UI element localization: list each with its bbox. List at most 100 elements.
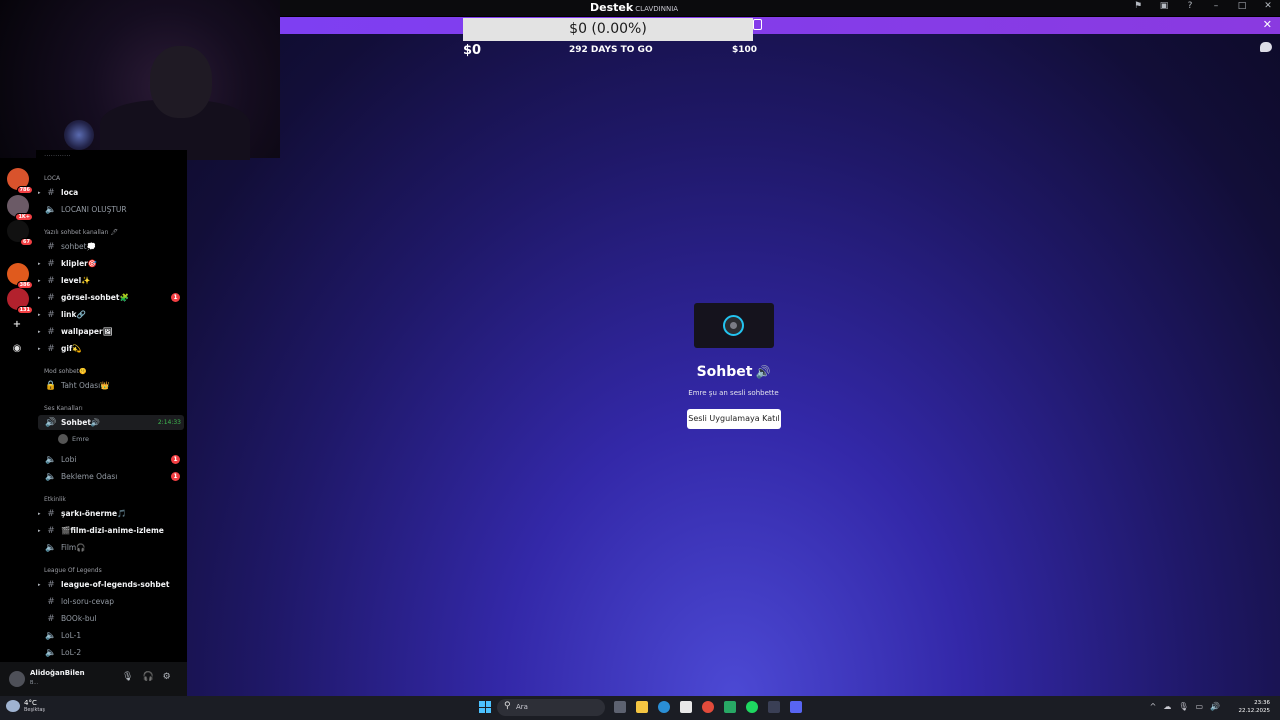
voice-duration: 2:14:33 [157,419,181,426]
maximize-icon[interactable]: □ [1236,1,1248,11]
channel-klipler[interactable]: ▸ # klipler🎯 [38,256,184,271]
channel-wallpaper[interactable]: ▸ # wallpaper🖼 [38,324,184,339]
voice-channel-lol1[interactable]: 🔈 LoL-1 [38,628,184,643]
category-events[interactable]: Etkinlik [44,496,66,503]
channel-sohbet[interactable]: # sohbet💭 [38,239,184,254]
title-bar-controls: ⚑ ▣ ? – □ ✕ [1132,1,1274,11]
volume-icon[interactable]: 🔊 [1210,702,1220,711]
hash-icon: # [47,258,55,269]
webcam-person-head [150,46,212,118]
channel-link[interactable]: ▸ # link🔗 [38,307,184,322]
window-title-main: Destek [590,1,634,14]
voice-channel-lobi[interactable]: 🔈 Lobi 1 [38,452,184,467]
server-rail: 786 1K+ 67 386 131 + ◉ [0,158,36,696]
chrome-icon[interactable] [702,701,714,713]
user-status: B... [30,680,39,686]
file-explorer-icon[interactable] [636,701,648,713]
help-icon[interactable]: ? [1184,1,1196,11]
channel-gif[interactable]: ▸ # gif💫 [38,341,184,356]
category-loca[interactable]: LOCA [44,175,60,182]
weather-location: Beşiktaş [24,707,46,713]
voice-channel-bekleme[interactable]: 🔈 Bekleme Odası 1 [38,469,184,484]
mention-badge: 1 [171,293,180,302]
hash-icon: # [47,309,55,320]
banner-close-icon[interactable]: ✕ [1263,18,1272,31]
server-icon[interactable]: 786 [7,168,33,194]
category-text[interactable]: Yazılı sohbet kanalları 🖊 [44,229,118,236]
voice-stage-area: Sohbet 🔊 Emre şu an sesli sohbette Sesli … [187,34,1280,696]
hash-icon: # [47,579,55,590]
hash-icon: # [47,187,55,198]
channel-film-dizi[interactable]: ▸ # 🎬film-dizi-anime-izleme [38,523,184,538]
spotify-icon[interactable] [746,701,758,713]
server-icon[interactable]: 67 [7,220,33,246]
donation-current: $0 [463,43,482,58]
participant-tile[interactable] [694,303,774,348]
minimize-icon[interactable]: – [1210,1,1222,11]
task-view-icon[interactable] [614,701,626,713]
chevron-up-icon[interactable]: ^ [1150,702,1157,711]
microphone-icon[interactable]: 🎙 [1178,702,1188,711]
microphone-icon[interactable]: 🎙 [122,672,133,682]
network-icon[interactable]: ▭ [1195,702,1203,711]
mention-badge: 1 [171,455,180,464]
chat-bubble-icon[interactable] [1260,42,1272,52]
windows-start-icon[interactable] [479,701,491,713]
discord-icon[interactable] [790,701,802,713]
taskbar-clock[interactable]: 23:36 22.12.2025 [1239,699,1271,715]
window-close-icon[interactable]: ✕ [1262,1,1274,11]
channel-gorsel-sohbet[interactable]: ▸ # görsel-sohbet🧩 1 [38,290,184,305]
add-server-icon[interactable]: + [10,318,24,332]
stage-channel-name: Sohbet [696,364,753,380]
avatar[interactable] [9,671,25,687]
channel-sarki-onerme[interactable]: ▸ # şarkı-önerme🎵 [38,506,184,521]
app-icon[interactable] [724,701,736,713]
screen: Destek CLAVDINNIA ⚑ ▣ ? – □ ✕ ✕ Sohbet 🔊 … [0,0,1280,720]
channel-lol-soru[interactable]: # lol-soru-cevap [38,594,184,609]
donation-progress-bar: $0 (0.00%) [463,18,753,41]
join-voice-button[interactable]: Sesli Uygulamaya Katıl [687,409,781,429]
category-mod[interactable]: Mod sohbet🤫 [44,368,87,375]
channel-boook-bul[interactable]: # BOOk-bul [38,611,184,626]
store-icon[interactable] [680,701,692,713]
speaker-icon: 🔈 [45,542,57,553]
stage-title: Sohbet 🔊 [187,364,1280,380]
clock-date: 22.12.2025 [1238,708,1271,714]
channel-list: ············ LOCA ▸ # loca 🔈 LOCANI OLUŞTUR… [36,150,187,662]
channel-taht-odasi[interactable]: 🔒 Taht Odası👑 [38,378,184,393]
donation-days-left: 292 DAYS TO GO [569,45,653,55]
gear-icon[interactable]: ⚙ [163,672,171,682]
channel-level[interactable]: ▸ # level✨ [38,273,184,288]
channel-lol-sohbet[interactable]: ▸ # league-of-legends-sohbet [38,577,184,592]
channel-loca[interactable]: ▸ # loca [38,185,184,200]
server-icon[interactable]: 386 [7,263,33,289]
mention-badge: 1 [171,472,180,481]
user-controls: 🎙 🎧 ⚙ [122,672,171,682]
voice-channel-film[interactable]: 🔈 Film🎧 [38,540,184,555]
voice-channel-lol2[interactable]: 🔈 LoL-2 [38,645,184,660]
edge-browser-icon[interactable] [658,701,670,713]
voice-user[interactable]: Emre [58,434,89,444]
server-icon[interactable]: 131 [7,288,33,314]
hash-icon: # [47,343,55,354]
hash-icon: # [47,326,55,337]
screen-share-icon[interactable]: ▣ [1158,1,1170,11]
server-icon[interactable]: 1K+ [7,195,33,221]
username[interactable]: AlidoğanBilen [30,669,85,677]
category-voice[interactable]: Ses Kanalları [44,405,83,412]
headphones-icon[interactable]: 🎧 [142,672,153,682]
weather-widget[interactable]: 4°C Beşiktaş [6,699,45,713]
steam-icon[interactable] [768,701,780,713]
category-lol[interactable]: League Of Legends [44,567,102,574]
channel-loca-create[interactable]: 🔈 LOCANI OLUŞTUR [38,202,184,217]
taskbar-search[interactable]: ⚲ Ara [497,699,605,716]
cloud-icon[interactable]: ☁ [1163,702,1171,711]
discover-icon[interactable]: ◉ [10,342,24,356]
clock-time: 23:36 [1254,700,1270,706]
search-placeholder: Ara [516,703,528,711]
hash-icon: # [47,508,55,519]
flag-icon[interactable]: ⚑ [1132,1,1144,11]
voice-channel-sohbet[interactable]: 🔊 Sohbet🔊 2:14:33 [38,415,184,430]
lock-icon: 🔒 [45,380,57,391]
window-title-sub: CLAVDINNIA [635,5,679,13]
